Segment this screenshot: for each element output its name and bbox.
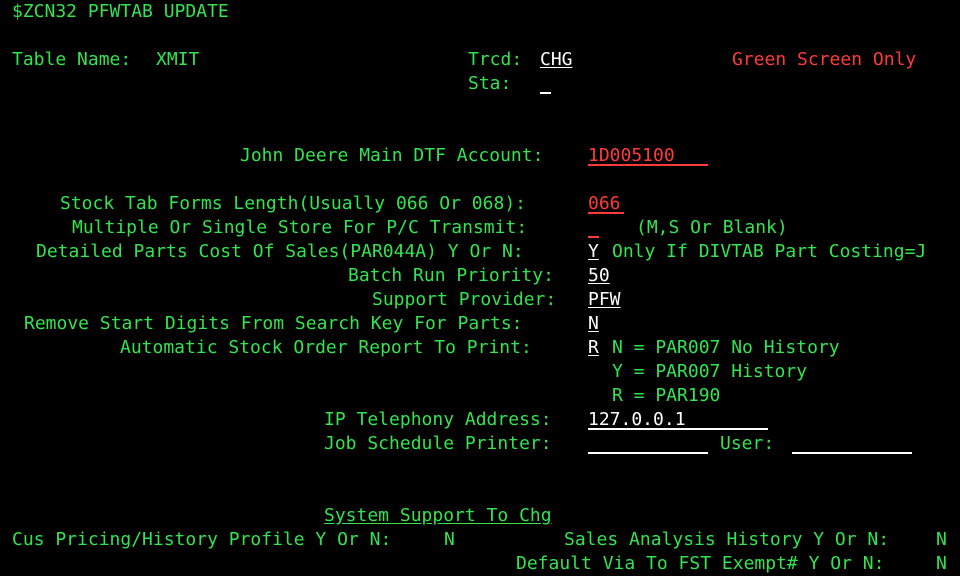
ip-telephony-input[interactable]: 127.0.0.1	[588, 408, 768, 432]
job-schedule-printer-label: Job Schedule Printer:	[324, 433, 552, 454]
green-screen-notice: Green Screen Only	[732, 49, 917, 70]
stock-tab-length-input[interactable]: 066	[588, 192, 624, 216]
cus-pricing-label: Cus Pricing/History Profile Y Or N:	[12, 529, 392, 550]
cus-pricing-value: N	[444, 529, 455, 550]
remove-digits-label: Remove Start Digits From Search Key For …	[24, 313, 523, 334]
batch-priority-label: Batch Run Priority:	[348, 265, 554, 286]
support-provider-input[interactable]: PFW	[588, 288, 621, 312]
system-support-heading: System Support To Chg	[324, 505, 552, 526]
batch-priority-input[interactable]: 50	[588, 264, 610, 288]
ip-telephony-label: IP Telephony Address:	[324, 409, 552, 430]
sta-label: Sta:	[468, 73, 512, 94]
auto-stock-option-r: R = PAR190	[612, 385, 721, 406]
auto-stock-label: Automatic Stock Order Report To Print:	[120, 337, 532, 358]
job-schedule-printer-value	[588, 432, 708, 454]
sta-input[interactable]	[540, 72, 551, 96]
trcd-input[interactable]: CHG	[540, 48, 573, 72]
sales-analysis-value: N	[936, 529, 947, 550]
parts-cost-input[interactable]: Y	[588, 240, 599, 264]
sales-analysis-label: Sales Analysis History Y Or N:	[564, 529, 890, 550]
multi-store-hint: (M,S Or Blank)	[636, 217, 788, 238]
user-label: User:	[720, 433, 775, 454]
dtf-account-value: 1D005100	[588, 144, 708, 166]
stock-tab-length-value: 066	[588, 192, 624, 214]
ip-telephony-value: 127.0.0.1	[588, 408, 768, 430]
table-name-value: XMIT	[156, 49, 200, 70]
dtf-account-input[interactable]: 1D005100	[588, 144, 708, 168]
stock-tab-length-label: Stock Tab Forms Length(Usually 066 Or 06…	[60, 193, 526, 214]
remove-digits-input[interactable]: N	[588, 312, 599, 336]
user-input[interactable]	[792, 432, 912, 456]
auto-stock-option-n: N = PAR007 No History	[612, 337, 840, 358]
multi-store-input[interactable]	[588, 216, 599, 240]
default-via-value: N	[936, 553, 947, 574]
screen-title: $ZCN32 PFWTAB UPDATE	[12, 1, 229, 22]
job-schedule-printer-input[interactable]	[588, 432, 708, 456]
support-provider-label: Support Provider:	[372, 289, 557, 310]
parts-cost-hint: Only If DIVTAB Part Costing=J	[612, 241, 927, 262]
multi-store-value	[588, 216, 599, 238]
auto-stock-option-y: Y = PAR007 History	[612, 361, 808, 382]
multi-store-label: Multiple Or Single Store For P/C Transmi…	[72, 217, 528, 238]
user-value	[792, 432, 912, 454]
parts-cost-label: Detailed Parts Cost Of Sales(PAR044A) Y …	[36, 241, 524, 262]
sta-input-value	[540, 72, 551, 94]
table-name-label: Table Name:	[12, 49, 132, 70]
dtf-account-label: John Deere Main DTF Account:	[240, 145, 544, 166]
trcd-label: Trcd:	[468, 49, 523, 70]
default-via-label: Default Via To FST Exempt# Y Or N:	[516, 553, 885, 574]
auto-stock-input[interactable]: R	[588, 336, 599, 360]
